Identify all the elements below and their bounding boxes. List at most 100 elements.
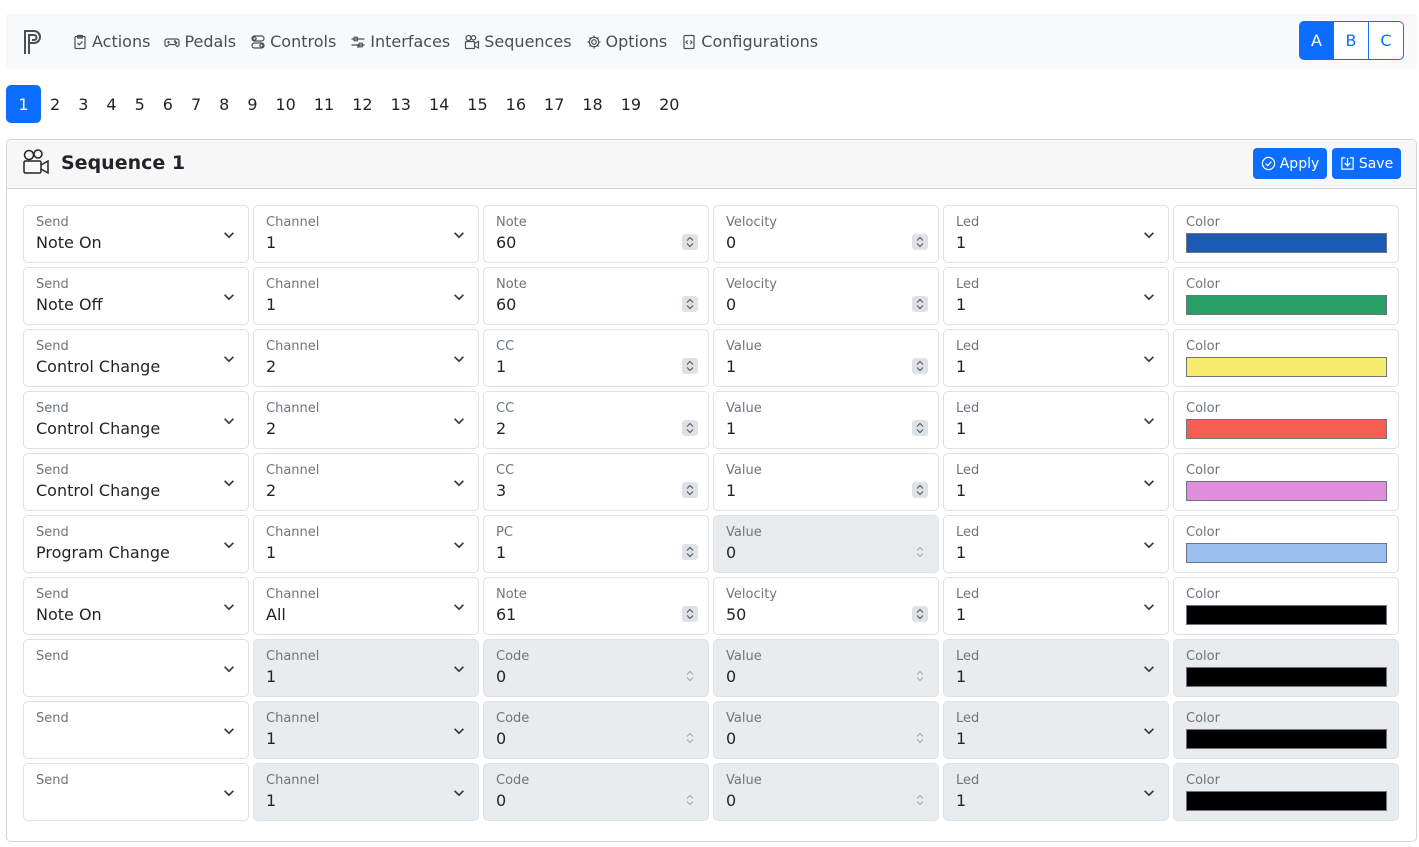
number-spinner[interactable] xyxy=(912,544,928,560)
led-select[interactable]: Led 1 xyxy=(943,453,1169,511)
number-spinner[interactable] xyxy=(682,544,698,560)
sequence-tab-6[interactable]: 6 xyxy=(154,85,182,123)
number-spinner[interactable] xyxy=(682,482,698,498)
number-spinner[interactable] xyxy=(682,668,698,684)
sequence-tab-12[interactable]: 12 xyxy=(343,85,381,123)
color-swatch[interactable] xyxy=(1186,233,1387,253)
color-swatch[interactable] xyxy=(1186,667,1387,687)
sequence-tab-16[interactable]: 16 xyxy=(497,85,535,123)
param1-input[interactable]: CC 1 xyxy=(483,329,709,387)
send-select[interactable]: Send Program Change xyxy=(23,515,249,573)
channel-select[interactable]: Channel 1 xyxy=(253,267,479,325)
send-select[interactable]: Send Note Off xyxy=(23,267,249,325)
color-picker[interactable]: Color xyxy=(1173,205,1399,263)
nav-item-interfaces[interactable]: Interfaces xyxy=(350,32,450,51)
number-spinner[interactable] xyxy=(682,296,698,312)
apply-button[interactable]: Apply xyxy=(1253,148,1327,179)
number-spinner[interactable] xyxy=(912,668,928,684)
color-swatch[interactable] xyxy=(1186,729,1387,749)
nav-item-pedals[interactable]: Pedals xyxy=(164,32,236,51)
param1-input[interactable]: Code 0 xyxy=(483,701,709,759)
led-select[interactable]: Led 1 xyxy=(943,515,1169,573)
color-swatch[interactable] xyxy=(1186,357,1387,377)
sequence-tab-5[interactable]: 5 xyxy=(126,85,154,123)
color-picker[interactable]: Color xyxy=(1173,391,1399,449)
bank-button-a[interactable]: A xyxy=(1299,21,1334,60)
led-select[interactable]: Led 1 xyxy=(943,577,1169,635)
number-spinner[interactable] xyxy=(912,358,928,374)
sequence-tab-2[interactable]: 2 xyxy=(41,85,69,123)
channel-select[interactable]: Channel 2 xyxy=(253,453,479,511)
number-spinner[interactable] xyxy=(682,420,698,436)
param2-input[interactable]: Velocity 0 xyxy=(713,267,939,325)
bank-button-c[interactable]: C xyxy=(1369,21,1404,60)
color-picker[interactable]: Color xyxy=(1173,453,1399,511)
param1-input[interactable]: Note 60 xyxy=(483,267,709,325)
led-select[interactable]: Led 1 xyxy=(943,267,1169,325)
sequence-tab-8[interactable]: 8 xyxy=(210,85,238,123)
param2-input[interactable]: Value 0 xyxy=(713,701,939,759)
led-select[interactable]: Led 1 xyxy=(943,701,1169,759)
nav-item-options[interactable]: Options xyxy=(586,32,667,51)
number-spinner[interactable] xyxy=(682,234,698,250)
nav-item-controls[interactable]: Controls xyxy=(250,32,336,51)
send-select[interactable]: Send Control Change xyxy=(23,453,249,511)
number-spinner[interactable] xyxy=(912,296,928,312)
color-swatch[interactable] xyxy=(1186,543,1387,563)
param1-input[interactable]: Note 61 xyxy=(483,577,709,635)
sequence-tab-7[interactable]: 7 xyxy=(182,85,210,123)
send-select[interactable]: Send xyxy=(23,639,249,697)
sequence-tab-14[interactable]: 14 xyxy=(420,85,458,123)
param2-input[interactable]: Velocity 0 xyxy=(713,205,939,263)
param1-input[interactable]: Note 60 xyxy=(483,205,709,263)
number-spinner[interactable] xyxy=(912,482,928,498)
send-select[interactable]: Send Control Change xyxy=(23,391,249,449)
sequence-tab-9[interactable]: 9 xyxy=(238,85,266,123)
sequence-tab-11[interactable]: 11 xyxy=(305,85,343,123)
channel-select[interactable]: Channel 2 xyxy=(253,329,479,387)
send-select[interactable]: Send xyxy=(23,701,249,759)
nav-item-sequences[interactable]: Sequences xyxy=(464,32,572,51)
param2-input[interactable]: Value 1 xyxy=(713,453,939,511)
send-select[interactable]: Send Note On xyxy=(23,205,249,263)
save-button[interactable]: Save xyxy=(1332,148,1401,179)
send-select[interactable]: Send Note On xyxy=(23,577,249,635)
number-spinner[interactable] xyxy=(912,792,928,808)
send-select[interactable]: Send Control Change xyxy=(23,329,249,387)
number-spinner[interactable] xyxy=(912,606,928,622)
number-spinner[interactable] xyxy=(912,420,928,436)
color-swatch[interactable] xyxy=(1186,605,1387,625)
color-picker[interactable]: Color xyxy=(1173,515,1399,573)
nav-item-actions[interactable]: Actions xyxy=(72,32,150,51)
color-swatch[interactable] xyxy=(1186,791,1387,811)
channel-select[interactable]: Channel 2 xyxy=(253,391,479,449)
param2-input[interactable]: Value 0 xyxy=(713,763,939,821)
param1-input[interactable]: Code 0 xyxy=(483,639,709,697)
color-swatch[interactable] xyxy=(1186,481,1387,501)
color-swatch[interactable] xyxy=(1186,419,1387,439)
sequence-tab-20[interactable]: 20 xyxy=(650,85,688,123)
channel-select[interactable]: Channel 1 xyxy=(253,639,479,697)
color-picker[interactable]: Color xyxy=(1173,329,1399,387)
color-picker[interactable]: Color xyxy=(1173,577,1399,635)
color-picker[interactable]: Color xyxy=(1173,763,1399,821)
channel-select[interactable]: Channel 1 xyxy=(253,763,479,821)
number-spinner[interactable] xyxy=(682,730,698,746)
app-logo-icon[interactable] xyxy=(22,28,44,56)
param2-input[interactable]: Velocity 50 xyxy=(713,577,939,635)
number-spinner[interactable] xyxy=(682,606,698,622)
sequence-tab-15[interactable]: 15 xyxy=(458,85,496,123)
number-spinner[interactable] xyxy=(912,730,928,746)
channel-select[interactable]: Channel 1 xyxy=(253,205,479,263)
param2-input[interactable]: Value 0 xyxy=(713,639,939,697)
send-select[interactable]: Send xyxy=(23,763,249,821)
led-select[interactable]: Led 1 xyxy=(943,329,1169,387)
number-spinner[interactable] xyxy=(682,792,698,808)
number-spinner[interactable] xyxy=(682,358,698,374)
channel-select[interactable]: Channel All xyxy=(253,577,479,635)
channel-select[interactable]: Channel 1 xyxy=(253,701,479,759)
param1-input[interactable]: Code 0 xyxy=(483,763,709,821)
led-select[interactable]: Led 1 xyxy=(943,763,1169,821)
number-spinner[interactable] xyxy=(912,234,928,250)
sequence-tab-10[interactable]: 10 xyxy=(267,85,305,123)
